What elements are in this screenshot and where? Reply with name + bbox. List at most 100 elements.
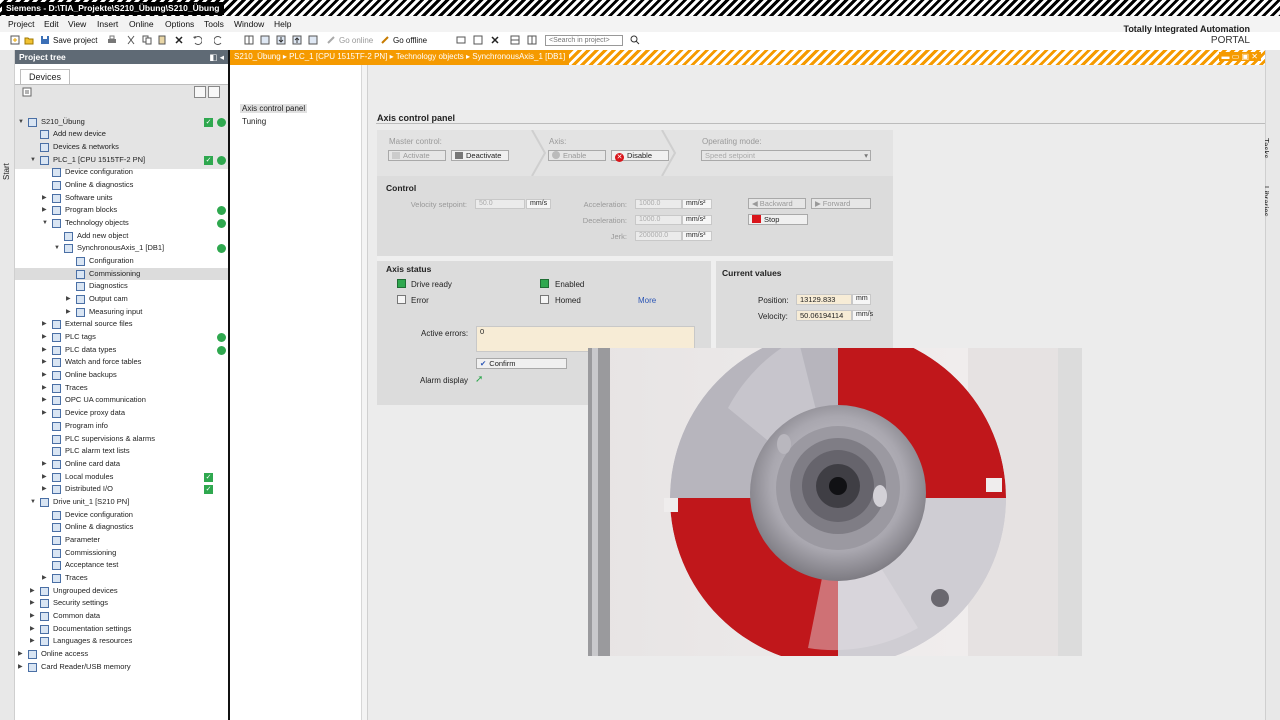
expand-right-icon[interactable]: ▶ — [42, 356, 50, 368]
expand-right-icon[interactable]: ▶ — [42, 471, 50, 483]
tree-item[interactable]: ▶ Security settings — [15, 597, 228, 610]
compile-icon[interactable] — [260, 35, 270, 45]
tree-item[interactable]: ▼ Drive unit_1 [S210 PN] — [15, 496, 228, 509]
tree-item[interactable]: ▶ Languages & resources — [15, 635, 228, 648]
expand-right-icon[interactable]: ▶ — [42, 192, 50, 204]
tree-item[interactable]: ▶ Watch and force tables — [15, 356, 228, 369]
expand-right-icon[interactable]: ▶ — [30, 610, 38, 622]
go-offline-icon[interactable] — [380, 35, 390, 45]
overview-icon[interactable] — [22, 87, 32, 97]
redo-icon[interactable] — [214, 35, 224, 45]
tree-item[interactable]: ▶ Traces — [15, 572, 228, 585]
save-project-button[interactable]: Save project — [53, 36, 97, 45]
expand-right-icon[interactable]: ▶ — [18, 661, 26, 673]
expand-right-icon[interactable]: ▶ — [18, 648, 26, 660]
expand-down-icon[interactable]: ▼ — [30, 496, 38, 508]
stop-cpu-icon[interactable] — [490, 35, 500, 45]
start-cpu-icon[interactable] — [473, 35, 483, 45]
expand-right-icon[interactable]: ▶ — [30, 585, 38, 597]
expand-right-icon[interactable]: ▶ — [66, 306, 74, 318]
expand-down-icon[interactable]: ▼ — [18, 116, 26, 128]
tree-item[interactable]: ▼ PLC_1 [CPU 1515TF-2 PN] ✓ — [15, 154, 228, 167]
tree-item[interactable]: Devices & networks — [15, 141, 228, 154]
tree-item[interactable]: Add new object — [15, 230, 228, 243]
tree-item[interactable]: ▶ Card Reader/USB memory — [15, 661, 228, 674]
accessible-devices-icon[interactable] — [456, 35, 466, 45]
expand-down-icon[interactable]: ▼ — [42, 217, 50, 229]
menu-online[interactable]: Online — [129, 19, 154, 29]
alarm-display-link-icon[interactable]: ➚ — [475, 374, 483, 385]
tree-item[interactable]: Parameter — [15, 534, 228, 547]
cut-icon[interactable] — [126, 35, 136, 45]
tree-item[interactable]: ▶ Program blocks — [15, 204, 228, 217]
tree-item[interactable]: Device configuration — [15, 166, 228, 179]
operating-mode-select[interactable]: Speed setpoint ▾ — [701, 150, 871, 161]
list-view-icon[interactable] — [194, 86, 206, 98]
menu-help[interactable]: Help — [274, 19, 291, 29]
start-label[interactable]: Start — [2, 163, 11, 180]
expand-right-icon[interactable]: ▶ — [42, 483, 50, 495]
expand-right-icon[interactable]: ▶ — [42, 344, 50, 356]
tree-item[interactable]: ▶ Ungrouped devices — [15, 585, 228, 598]
devices-tab[interactable]: Devices — [20, 69, 70, 85]
tree-item[interactable]: PLC supervisions & alarms — [15, 433, 228, 446]
expand-right-icon[interactable]: ▶ — [42, 318, 50, 330]
expand-right-icon[interactable]: ▶ — [42, 331, 50, 343]
open-project-icon[interactable] — [24, 35, 34, 45]
expand-down-icon[interactable]: ▼ — [30, 154, 38, 166]
expand-right-icon[interactable]: ▶ — [42, 382, 50, 394]
enable-button[interactable]: Enable — [548, 150, 606, 161]
tree-item[interactable]: Commissioning — [15, 267, 228, 281]
paste-icon[interactable] — [157, 35, 167, 45]
expand-right-icon[interactable]: ▶ — [30, 635, 38, 647]
go-online-button[interactable]: Go online — [339, 36, 373, 45]
tree-item[interactable]: ▼ S210_Übung ✓ — [15, 116, 228, 129]
tree-item[interactable]: ▶ Measuring input — [15, 306, 228, 319]
nav-axis-control-panel[interactable]: Axis control panel — [240, 104, 308, 113]
simulation-icon[interactable] — [308, 35, 318, 45]
search-input[interactable]: <Search in project> — [545, 35, 623, 46]
tree-item[interactable]: Configuration — [15, 255, 228, 268]
tree-item[interactable]: Commissioning — [15, 547, 228, 560]
tree-item[interactable]: Add new device — [15, 128, 228, 141]
tree-item[interactable]: ▶ Device proxy data — [15, 407, 228, 420]
download-icon[interactable] — [276, 35, 286, 45]
copy-icon[interactable] — [142, 35, 152, 45]
collapse-tree-icon[interactable]: ◧ ◂ — [209, 52, 224, 63]
window-controls-icon[interactable]: ▬ ▭ ▣ ✕ — [1218, 52, 1261, 61]
tree-item[interactable]: ▼ Technology objects — [15, 217, 228, 230]
expand-right-icon[interactable]: ▶ — [42, 572, 50, 584]
tree-item[interactable]: ▶ Output cam — [15, 293, 228, 306]
tree-item[interactable]: ▶ Traces — [15, 382, 228, 395]
deceleration-field[interactable]: 1000.0 — [635, 215, 682, 225]
expand-right-icon[interactable]: ▶ — [42, 394, 50, 406]
new-project-icon[interactable] — [10, 35, 20, 45]
expand-right-icon[interactable]: ▶ — [30, 623, 38, 635]
tree-view-icon[interactable] — [208, 86, 220, 98]
more-link[interactable]: More — [638, 296, 656, 305]
tree-item[interactable]: Online & diagnostics — [15, 521, 228, 534]
tree-item[interactable]: ▼ SynchronousAxis_1 [DB1] — [15, 242, 228, 255]
tree-item[interactable]: ▶ Documentation settings — [15, 623, 228, 636]
menu-view[interactable]: View — [68, 19, 86, 29]
upload-icon[interactable] — [292, 35, 302, 45]
activate-button[interactable]: Activate — [388, 150, 446, 161]
expand-right-icon[interactable]: ▶ — [66, 293, 74, 305]
tree-item[interactable]: ▶ PLC tags — [15, 331, 228, 344]
confirm-button[interactable]: ✔ Confirm — [476, 358, 567, 369]
tree-item[interactable]: ▶ External source files — [15, 318, 228, 331]
split-vertical-icon[interactable] — [527, 35, 537, 45]
tree-item[interactable]: ▶ Online access — [15, 648, 228, 661]
expand-right-icon[interactable]: ▶ — [42, 369, 50, 381]
go-offline-button[interactable]: Go offline — [393, 36, 427, 45]
menu-options[interactable]: Options — [165, 19, 194, 29]
expand-down-icon[interactable]: ▼ — [54, 242, 62, 254]
forward-button[interactable]: ▶ Forward — [811, 198, 871, 209]
menu-project[interactable]: Project — [8, 19, 34, 29]
tree-item[interactable]: ▶ Distributed I/O ✓ — [15, 483, 228, 496]
tree-item[interactable]: ▶ Online backups — [15, 369, 228, 382]
deactivate-button[interactable]: Deactivate — [451, 150, 509, 161]
expand-right-icon[interactable]: ▶ — [30, 597, 38, 609]
search-icon[interactable] — [630, 35, 640, 45]
split-horizontal-icon[interactable] — [510, 35, 520, 45]
